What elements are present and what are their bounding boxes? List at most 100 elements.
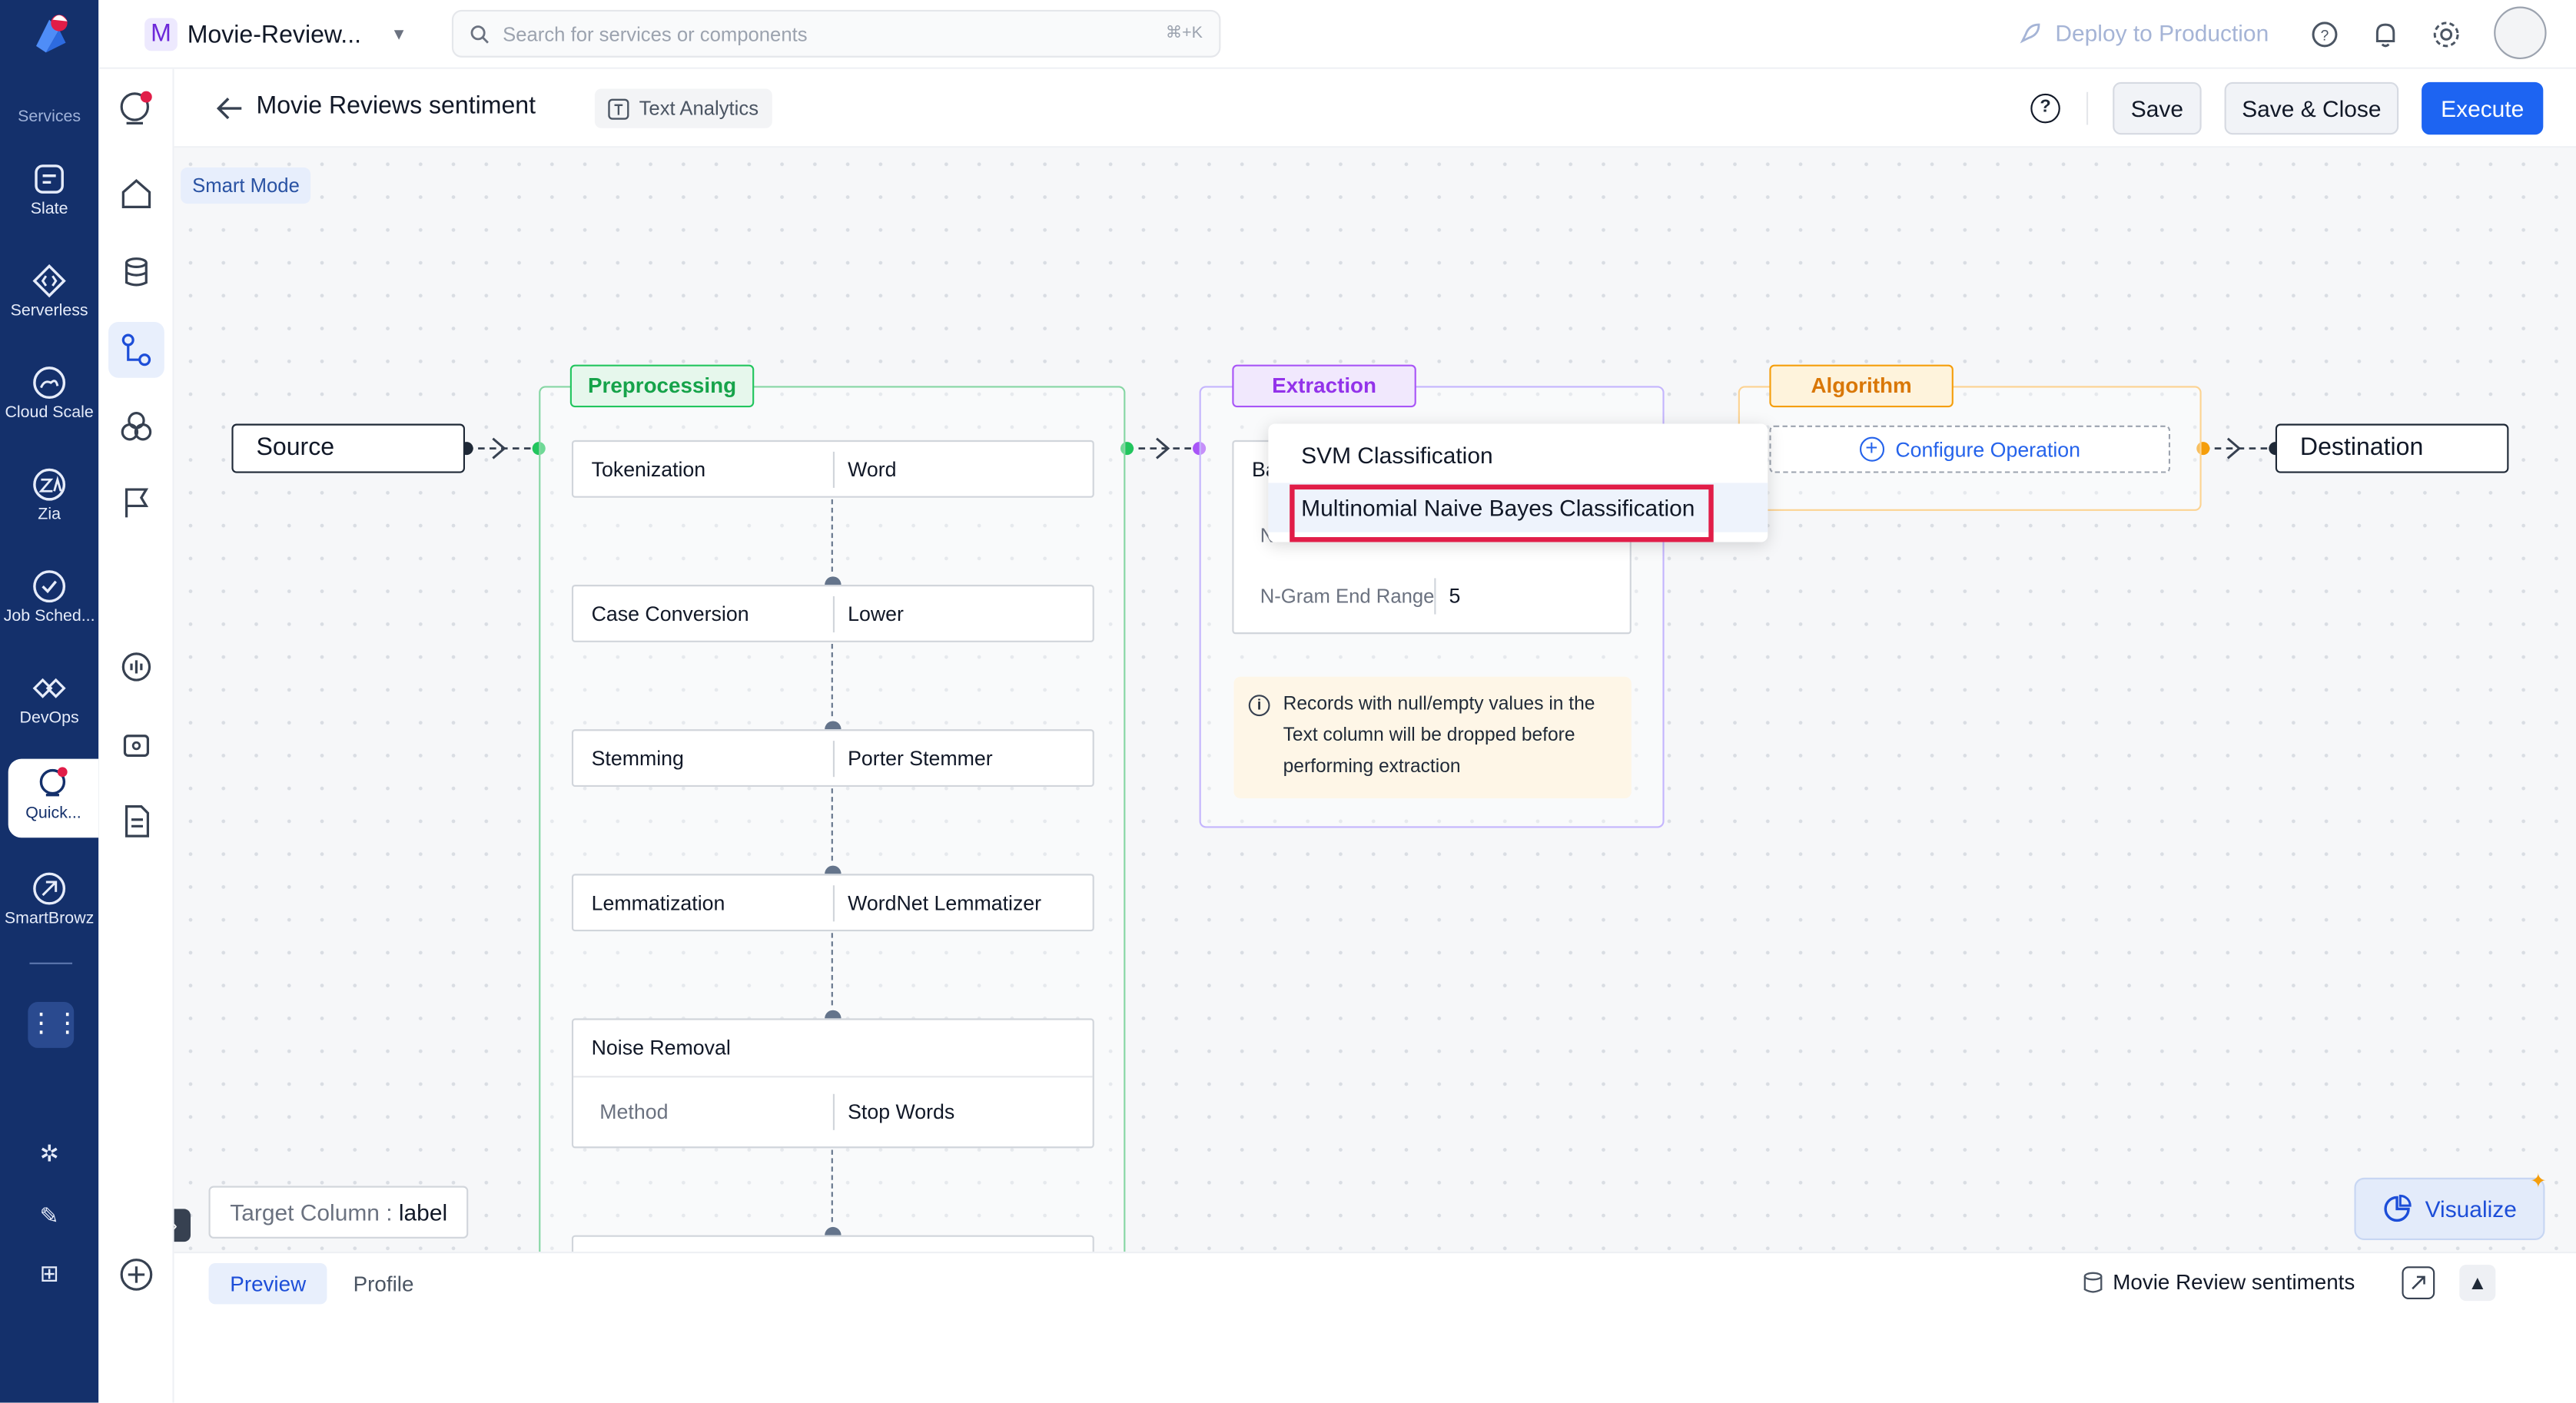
expand-panel-icon[interactable]: › (174, 1209, 191, 1242)
tab-preview[interactable]: Preview (208, 1262, 327, 1305)
page-footer (174, 1310, 2576, 1403)
connector-port (825, 865, 842, 874)
save-close-button[interactable]: Save & Close (2224, 81, 2399, 135)
apps-grid-icon[interactable]: ⋮⋮ (28, 1002, 81, 1048)
services-header: Services (18, 108, 81, 127)
home-icon[interactable] (117, 174, 156, 214)
user-avatar[interactable] (2494, 6, 2547, 59)
rail-label: Slate (30, 200, 68, 219)
configure-operation-button[interactable]: + Configure Operation (1769, 425, 2171, 473)
target-column-label: Target Column : (230, 1199, 393, 1226)
preprocessing-stage: Preprocessing Tokenization Word Case Con… (539, 364, 1126, 1252)
flag-icon[interactable] (117, 483, 156, 522)
method-label: Method (599, 1100, 669, 1124)
models-icon[interactable] (117, 407, 156, 446)
rail-item-quickml[interactable]: Quick... (8, 758, 99, 838)
rail-item-smartbrowz[interactable]: SmartBrowz (0, 871, 98, 928)
search-input[interactable]: Search for services or components ⌘+K (451, 9, 1221, 58)
connector-line (831, 788, 835, 861)
slate-icon (35, 164, 64, 194)
help-icon[interactable]: ? (2310, 20, 2339, 49)
question-icon[interactable]: ? (2030, 93, 2060, 124)
catalyst-logo[interactable] (23, 10, 75, 62)
back-arrow-icon[interactable] (214, 92, 247, 125)
sparkle-icon: ✦ (2530, 1169, 2547, 1193)
header-divider (2086, 91, 2089, 125)
add-widget-icon[interactable]: ⊞ (33, 1260, 66, 1293)
job-scheduler-icon (33, 570, 66, 603)
plus-icon: + (1859, 437, 1884, 462)
rail-label: SmartBrowz (4, 910, 95, 928)
chevron-up-icon[interactable]: ▲ (2459, 1265, 2496, 1302)
deploy-button[interactable]: Deploy to Production (2017, 20, 2269, 46)
tab-profile[interactable]: Profile (332, 1263, 435, 1304)
configure-label: Configure Operation (1895, 437, 2081, 461)
pipeline-type-tag: Text Analytics (594, 88, 772, 128)
rail-label: Zia (38, 506, 61, 524)
database-icon[interactable] (117, 253, 156, 292)
rail-label: DevOps (19, 709, 79, 728)
magic-wand-icon[interactable]: ✎ (33, 1202, 66, 1236)
rail-item-devops[interactable]: DevOps (0, 670, 98, 728)
pipeline-header: Movie Reviews sentiment Text Analytics ?… (174, 68, 2576, 148)
integrations-icon[interactable]: ✲ (33, 1140, 66, 1173)
pipeline-canvas[interactable]: Smart Mode Source Destination Preprocess… (174, 148, 2576, 1252)
step-stemming[interactable]: Stemming Porter Stemmer (571, 729, 1094, 788)
dataset-name[interactable]: Movie Review sentiments (2083, 1270, 2355, 1295)
connector-port (825, 576, 842, 585)
step-name: Noise Removal (591, 1036, 731, 1060)
extraction-label[interactable]: Extraction (1232, 364, 1416, 408)
connector-port (825, 1226, 842, 1236)
selection-highlight (1290, 484, 1714, 542)
option-svm-classification[interactable]: SVM Classification (1268, 430, 1768, 479)
serverless-icon (32, 264, 66, 298)
quickml-logo-icon[interactable] (117, 88, 156, 128)
pipeline-icon[interactable] (108, 322, 164, 378)
target-column[interactable]: Target Column : label (208, 1186, 469, 1239)
bell-icon[interactable] (2371, 20, 2400, 49)
text-type-icon (608, 98, 629, 119)
visualize-label: Visualize (2425, 1196, 2517, 1222)
quickml-icon (38, 767, 67, 797)
visualize-button[interactable]: Visualize ✦ (2354, 1169, 2547, 1241)
step-value: WordNet Lemmatizer (832, 885, 1041, 922)
svg-text:?: ? (2321, 28, 2329, 44)
rail-item-serverless[interactable]: Serverless (0, 263, 98, 320)
gear-icon[interactable] (2432, 20, 2461, 49)
method-value: Stop Words (832, 1093, 954, 1130)
document-icon[interactable] (117, 801, 156, 841)
step-value: Word (832, 451, 896, 488)
step-next[interactable] (571, 1235, 1094, 1252)
project-selector[interactable]: M Movie-Review... ▼ (144, 15, 407, 54)
rail-item-zia[interactable]: Zia (0, 466, 98, 524)
step-tokenization[interactable]: Tokenization Word (571, 439, 1094, 498)
step-case-conversion[interactable]: Case Conversion Lower (571, 585, 1094, 642)
search-shortcut: ⌘+K (1165, 25, 1203, 43)
rail-divider (29, 962, 73, 964)
connector-line (831, 499, 835, 572)
execute-button[interactable]: Execute (2422, 81, 2544, 135)
algorithm-label[interactable]: Algorithm (1769, 364, 1954, 408)
analytics-icon[interactable] (117, 647, 156, 686)
save-button[interactable]: Save (2113, 81, 2202, 135)
search-placeholder: Search for services or components (503, 22, 808, 45)
rail-item-cloud-scale[interactable]: Cloud Scale (0, 365, 98, 422)
connector-line (831, 644, 835, 717)
rail-item-job-scheduler[interactable]: Job Sched... (0, 569, 98, 626)
ngram-end-value: 5 (1434, 578, 1460, 615)
preprocessing-label[interactable]: Preprocessing (569, 364, 755, 408)
divider (573, 1076, 1093, 1078)
source-node[interactable]: Source (231, 423, 465, 473)
info-icon: i (1248, 695, 1270, 717)
step-noise-removal[interactable]: Noise Removal Method Stop Words (571, 1018, 1094, 1149)
bottom-bar: Preview Profile Movie Review sentiments … (174, 1252, 2576, 1311)
rail-item-slate[interactable]: Slate (0, 161, 98, 219)
expand-icon[interactable] (2402, 1266, 2435, 1299)
pie-chart-icon (2384, 1194, 2412, 1222)
add-circle-icon[interactable] (117, 1255, 156, 1294)
page-title: Movie Reviews sentiment (256, 91, 536, 121)
destination-node[interactable]: Destination (2275, 423, 2509, 473)
ml-model-icon[interactable] (117, 726, 156, 765)
step-lemmatization[interactable]: Lemmatization WordNet Lemmatizer (571, 874, 1094, 932)
connector-port (825, 1010, 842, 1019)
